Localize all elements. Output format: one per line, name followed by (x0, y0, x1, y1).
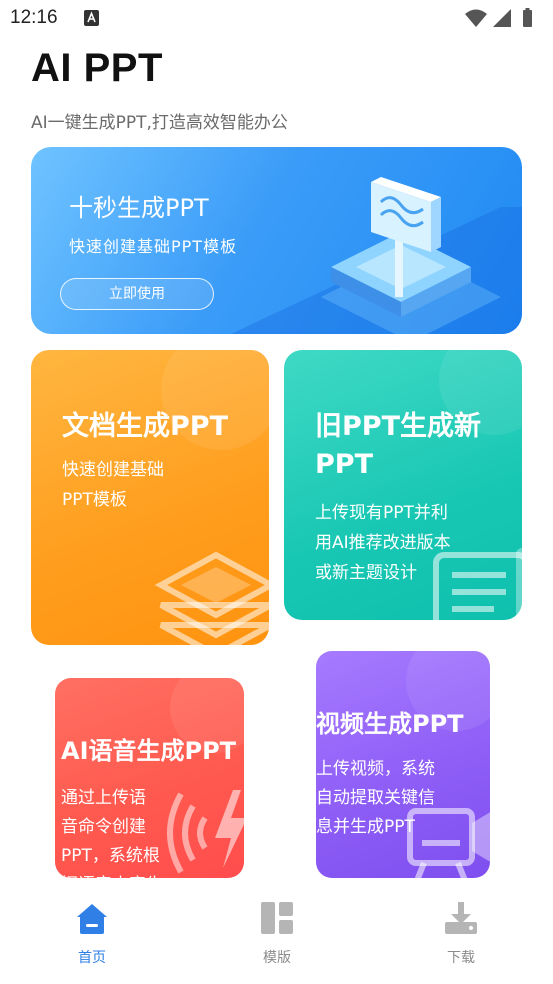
use-now-button[interactable]: 立即使用 (60, 278, 214, 310)
card-description: 快速创建基础 PPT模板 (62, 460, 164, 510)
hero-banner-quick-ppt[interactable]: 十秒生成PPT 快速创建基础PPT模板 立即使用 (31, 147, 522, 334)
status-bar: 12:16 (0, 0, 553, 36)
status-icons (465, 8, 532, 27)
tab-home[interactable]: 首页 (32, 880, 152, 980)
card-description: 通过上传语 音命令创建 PPT，系统根 据语音内容生 (61, 788, 163, 878)
a-badge-icon (84, 10, 99, 26)
card-title: AI语音生成PPT (61, 737, 237, 765)
card-title: 文档生成PPT (62, 411, 228, 442)
card-description: 上传视频，系统 自动提取关键信 息并生成PPT (316, 759, 435, 837)
status-time: 12:16 (10, 7, 58, 28)
card-old-ppt-to-new[interactable]: 旧PPT生成新PPT 上传现有PPT并利 用AI推荐改进版本 或新主题设计 (284, 350, 522, 620)
tab-label: 下载 (447, 950, 475, 966)
card-voice-to-ppt[interactable]: AI语音生成PPT 通过上传语 音命令创建 PPT，系统根 据语音内容生 (55, 678, 244, 878)
battery-icon (523, 10, 532, 27)
wifi-icon (465, 9, 487, 27)
hero-title: 十秒生成PPT (69, 194, 209, 222)
home-icon (77, 904, 107, 934)
tab-download[interactable]: 下载 (401, 880, 521, 980)
tab-label: 模版 (263, 950, 291, 966)
signal-icon (493, 9, 511, 27)
card-video-to-ppt[interactable]: 视频生成PPT 上传视频，系统 自动提取关键信 息并生成PPT (316, 651, 490, 878)
bottom-tab-bar: 首页 模版 下载 (0, 880, 553, 984)
card-description: 上传现有PPT并利 用AI推荐改进版本 或新主题设计 (315, 503, 451, 583)
hero-description: 快速创建基础PPT模板 (69, 237, 238, 256)
page-title: AI PPT (31, 46, 163, 90)
template-grid-icon (261, 902, 293, 934)
card-title: 旧PPT生成新PPT (315, 411, 481, 480)
page-subtitle: AI一键生成PPT,打造高效智能办公 (31, 113, 288, 133)
card-doc-to-ppt[interactable]: 文档生成PPT 快速创建基础 PPT模板 (31, 350, 269, 645)
card-title: 视频生成PPT (316, 710, 464, 738)
tab-label: 首页 (78, 950, 106, 966)
tab-template[interactable]: 模版 (217, 880, 337, 980)
download-icon (445, 902, 477, 934)
